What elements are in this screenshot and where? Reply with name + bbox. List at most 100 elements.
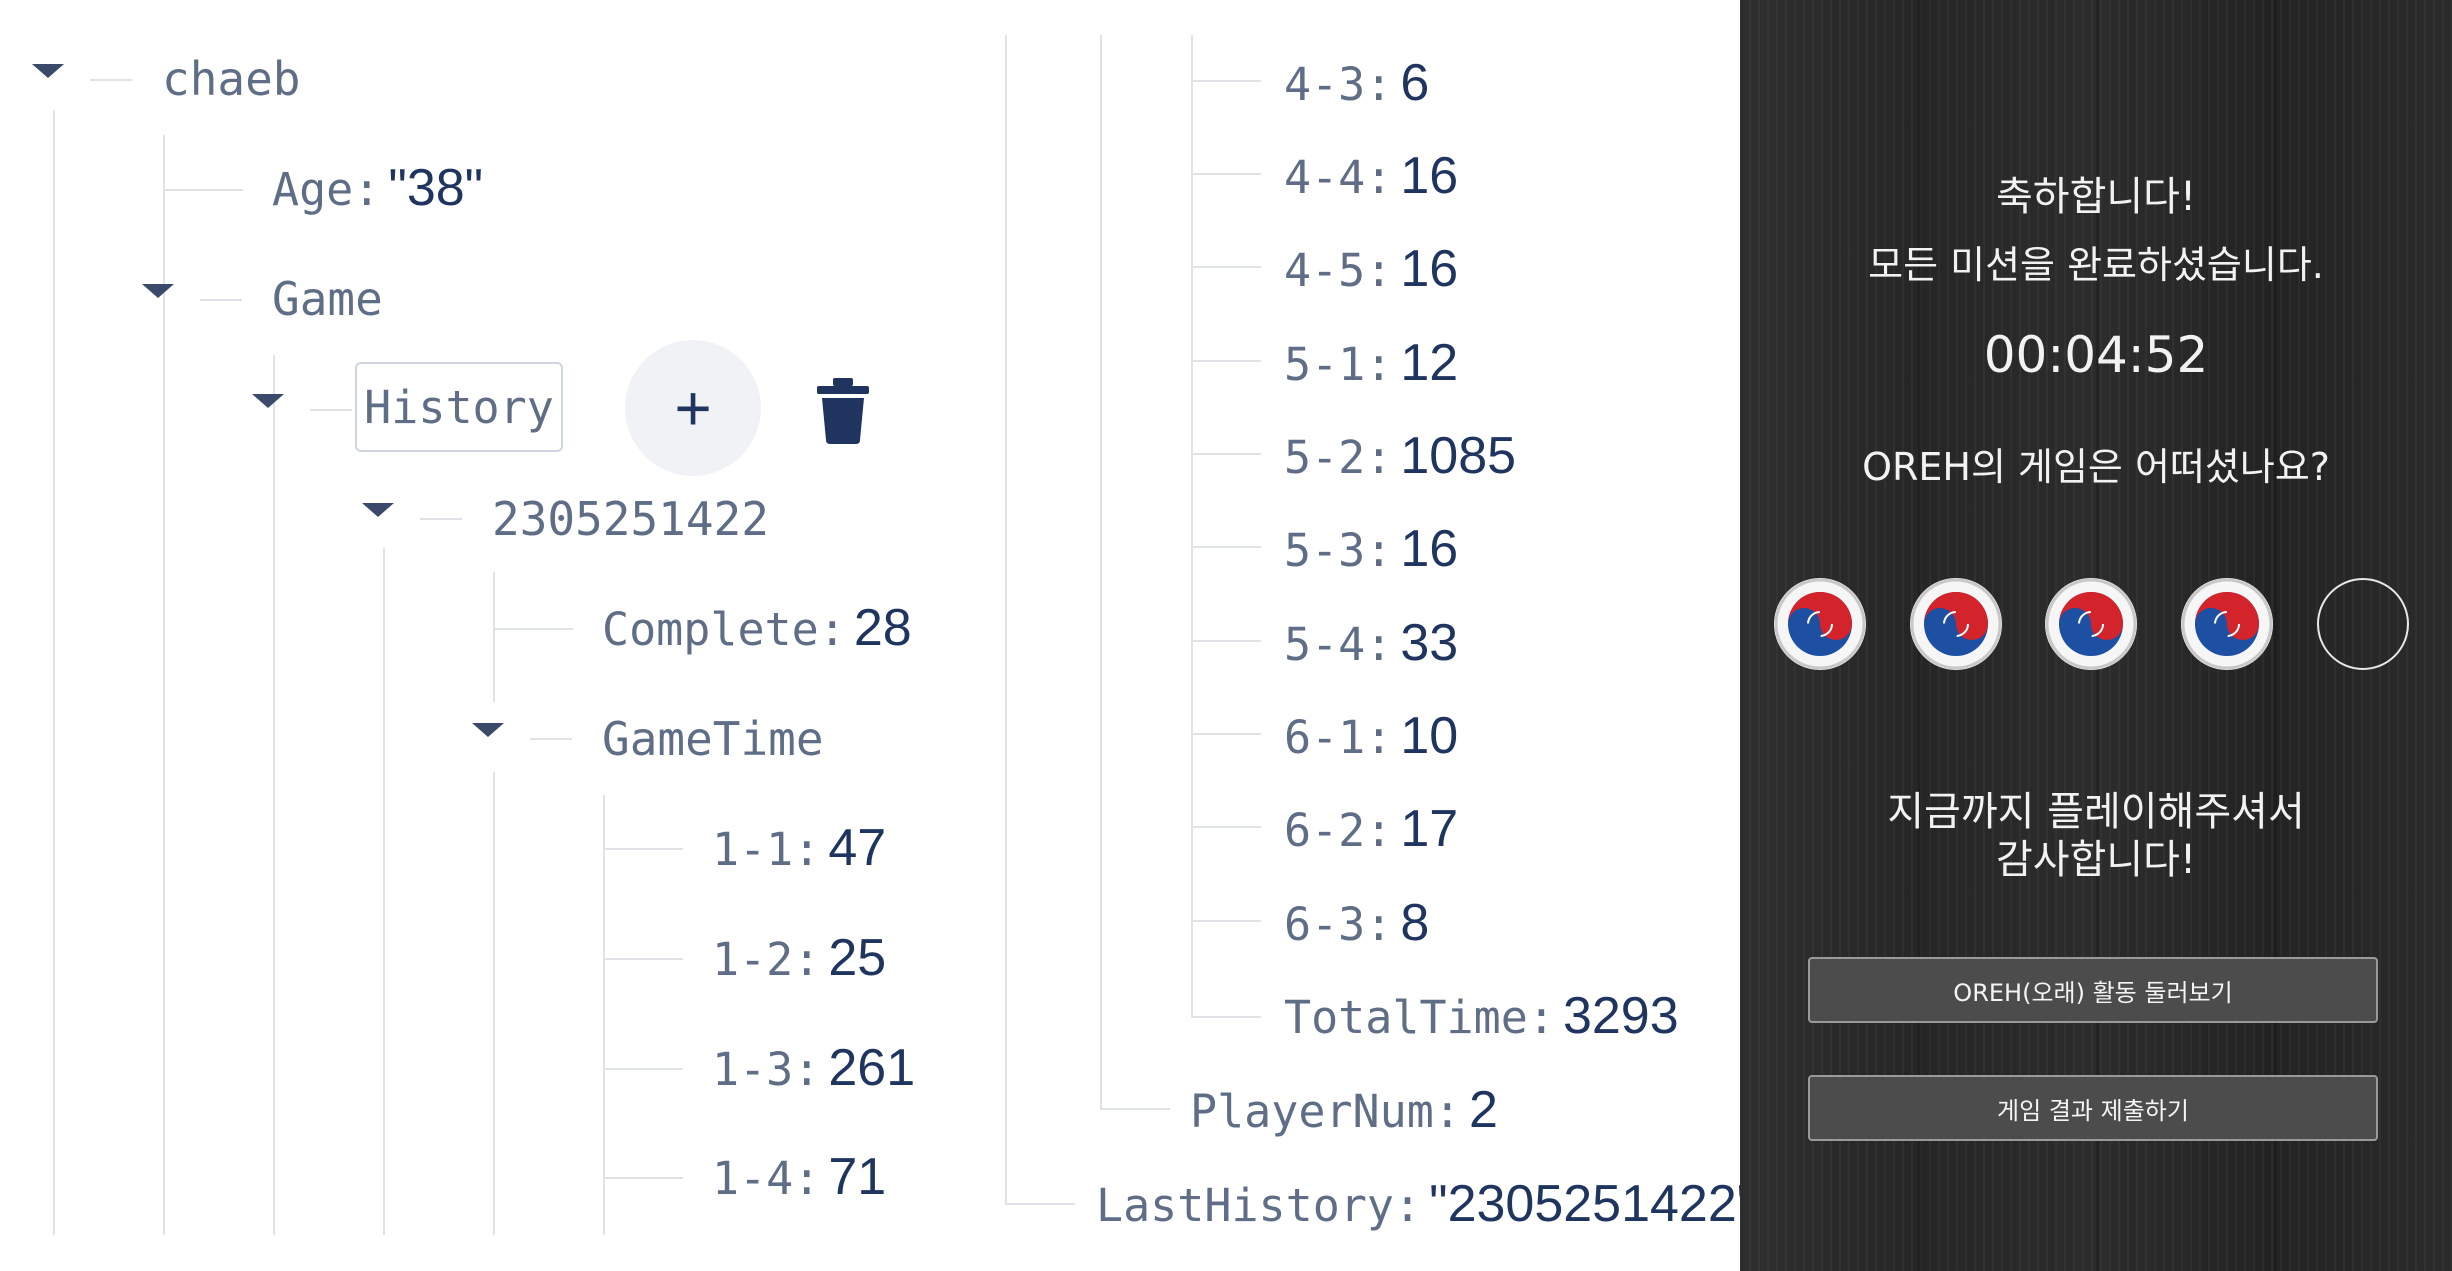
tree-leaf[interactable]: 5-1: 12 xyxy=(1284,337,1458,389)
tree-connector xyxy=(1191,826,1261,828)
tree-connector xyxy=(163,189,243,191)
node-key: chaeb xyxy=(162,52,301,106)
tree-node-gametime[interactable]: GameTime xyxy=(602,716,824,762)
expand-toggle-icon[interactable] xyxy=(252,394,284,408)
tree-guide-line xyxy=(273,355,275,1235)
tree-guide-line xyxy=(163,135,165,1235)
node-value: 16 xyxy=(1400,240,1459,298)
tree-guide-line xyxy=(383,548,385,1235)
node-value: 25 xyxy=(828,929,887,987)
expand-toggle-icon[interactable] xyxy=(472,723,504,737)
taegeuk-medal-icon[interactable] xyxy=(1910,578,2002,670)
tree-leaf[interactable]: 6-3: 8 xyxy=(1284,897,1429,949)
tree-connector xyxy=(603,958,683,960)
tree-leaf[interactable]: 4-3: 6 xyxy=(1284,57,1429,109)
node-key: GameTime xyxy=(602,712,824,766)
node-key: History xyxy=(364,380,554,434)
taegeuk-medal-icon[interactable] xyxy=(2181,578,2273,670)
tree-connector xyxy=(1191,453,1261,455)
node-key: 4-4 xyxy=(1284,151,1366,204)
tree-connector xyxy=(1191,360,1261,362)
tree-guide-line xyxy=(493,572,495,702)
taegeuk-symbol xyxy=(2181,578,2273,670)
key-separator: : xyxy=(1365,618,1393,671)
tree-leaf[interactable]: 1-1: 47 xyxy=(712,822,886,874)
tree-connector xyxy=(90,79,132,81)
node-key: Game xyxy=(272,272,383,326)
node-value: 47 xyxy=(828,819,887,877)
key-separator: : xyxy=(1365,151,1393,204)
key-separator: : xyxy=(1365,711,1393,764)
node-value: 1085 xyxy=(1400,427,1517,485)
empty-rating-slot[interactable] xyxy=(2317,578,2409,670)
taegeuk-medal-icon[interactable] xyxy=(2045,578,2137,670)
key-separator: : xyxy=(818,603,846,656)
tree-leaf[interactable]: 1-3: 261 xyxy=(712,1042,915,1094)
tree-connector xyxy=(530,738,572,740)
taegeuk-symbol xyxy=(1774,578,1866,670)
node-value: 6 xyxy=(1400,54,1430,112)
node-key: 4-5 xyxy=(1284,244,1366,297)
tree-node-age[interactable]: Age: "38" xyxy=(272,162,483,214)
tree-node-session[interactable]: 2305251422 xyxy=(492,496,769,542)
congrats-heading: 축하합니다! xyxy=(1995,174,2197,220)
submit-results-button[interactable]: 게임 결과 제출하기 xyxy=(1808,1075,2378,1141)
node-key: 1-1 xyxy=(712,823,794,876)
expand-toggle-icon[interactable] xyxy=(142,284,174,298)
key-separator: : xyxy=(1365,244,1393,297)
tree-connector xyxy=(603,1177,683,1179)
tree-leaf[interactable]: TotalTime: 3293 xyxy=(1284,990,1679,1042)
thanks-line-2: 감사합니다! xyxy=(1995,837,2197,883)
expand-toggle-icon[interactable] xyxy=(32,64,64,78)
add-child-button[interactable]: + xyxy=(625,340,761,476)
key-separator: : xyxy=(1394,1179,1422,1232)
taegeuk-medal-icon[interactable] xyxy=(1774,578,1866,670)
key-separator: : xyxy=(1365,898,1393,951)
tree-node-lasthistory[interactable]: LastHistory: "2305251422" xyxy=(1096,1178,1755,1230)
node-key: Complete xyxy=(602,603,819,656)
game-complete-screen: 축하합니다! 모든 미션을 완료하셨습니다. 00:04:52 OREH의 게임… xyxy=(1740,0,2452,1271)
tree-node-complete[interactable]: Complete: 28 xyxy=(602,602,912,654)
tree-leaf[interactable]: 1-2: 25 xyxy=(712,932,886,984)
key-separator: : xyxy=(1365,58,1393,111)
node-key: 5-4 xyxy=(1284,618,1366,671)
node-key: 5-3 xyxy=(1284,524,1366,577)
tree-leaf[interactable]: 5-2: 1085 xyxy=(1284,430,1516,482)
tree-connector xyxy=(603,1068,683,1070)
expand-toggle-icon[interactable] xyxy=(362,503,394,517)
node-key: Age xyxy=(272,163,354,216)
tree-guide-line xyxy=(1005,35,1007,1205)
key-separator: : xyxy=(1365,524,1393,577)
tree-node-root[interactable]: chaeb xyxy=(162,56,300,102)
node-key: LastHistory xyxy=(1096,1179,1395,1232)
plus-icon: + xyxy=(674,372,712,444)
missions-complete-text: 모든 미션을 완료하셨습니다. xyxy=(1868,243,2324,287)
key-separator: : xyxy=(1365,804,1393,857)
tree-connector xyxy=(1191,640,1261,642)
tree-leaf[interactable]: 4-5: 16 xyxy=(1284,243,1458,295)
taegeuk-symbol xyxy=(1910,578,2002,670)
tree-leaf[interactable]: 5-4: 33 xyxy=(1284,617,1458,669)
tree-leaf[interactable]: 5-3: 16 xyxy=(1284,523,1458,575)
key-separator: : xyxy=(1365,338,1393,391)
tree-leaf[interactable]: 4-4: 16 xyxy=(1284,150,1458,202)
tree-connector xyxy=(420,518,462,520)
view-activities-button[interactable]: OREH(오래) 활동 둘러보기 xyxy=(1808,957,2378,1023)
rating-row[interactable] xyxy=(1740,578,2452,674)
node-key: PlayerNum xyxy=(1190,1085,1434,1138)
tree-connector xyxy=(310,409,352,411)
node-value: 261 xyxy=(828,1039,916,1097)
tree-node-playernum[interactable]: PlayerNum: 2 xyxy=(1190,1084,1498,1136)
tree-guide-line xyxy=(1100,35,1102,1110)
tree-node-game[interactable]: Game xyxy=(272,276,383,322)
tree-connector xyxy=(200,299,242,301)
tree-leaf[interactable]: 6-1: 10 xyxy=(1284,710,1458,762)
tree-leaf[interactable]: 6-2: 17 xyxy=(1284,803,1458,855)
node-value: 16 xyxy=(1400,520,1459,578)
tree-guide-line xyxy=(493,772,495,1235)
node-key: 1-2 xyxy=(712,933,794,986)
tree-node-history-selected[interactable]: History xyxy=(355,362,563,452)
tree-leaf[interactable]: 1-4: 71 xyxy=(712,1151,886,1203)
node-value: 2 xyxy=(1468,1081,1498,1139)
trash-icon[interactable] xyxy=(815,378,871,444)
